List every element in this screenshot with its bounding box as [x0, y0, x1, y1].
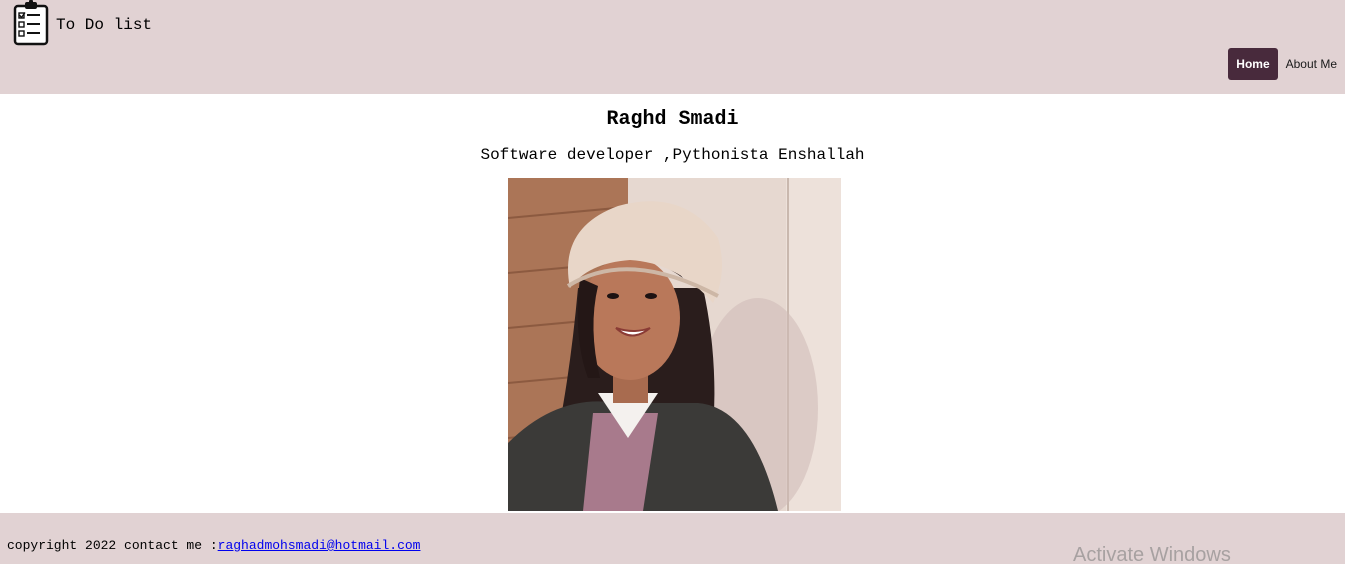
clipboard-checklist-icon[interactable] — [12, 0, 50, 46]
profile-name: Raghd Smadi — [606, 108, 739, 131]
footer-copyright: copyright 2022 contact me :raghadmohsmad… — [7, 538, 420, 553]
nav-about-me-link[interactable]: About Me — [1278, 48, 1345, 80]
contact-email-link[interactable]: raghadmohsmadi@hotmail.com — [218, 538, 421, 553]
main-nav: Home About Me — [1228, 48, 1345, 80]
site-header: To Do list Home About Me — [0, 0, 1345, 94]
site-brand-title[interactable]: To Do list — [56, 16, 152, 34]
copyright-text: copyright 2022 contact me : — [7, 538, 218, 553]
main-content: Raghd Smadi Software developer ,Pythonis… — [0, 94, 1345, 513]
profile-tagline: Software developer ,Pythonista Enshallah — [480, 146, 865, 164]
nav-home-link[interactable]: Home — [1228, 48, 1278, 80]
activate-windows-watermark: Activate Windows — [1073, 544, 1231, 564]
profile-photo — [508, 178, 841, 511]
site-footer: copyright 2022 contact me :raghadmohsmad… — [0, 513, 1345, 564]
